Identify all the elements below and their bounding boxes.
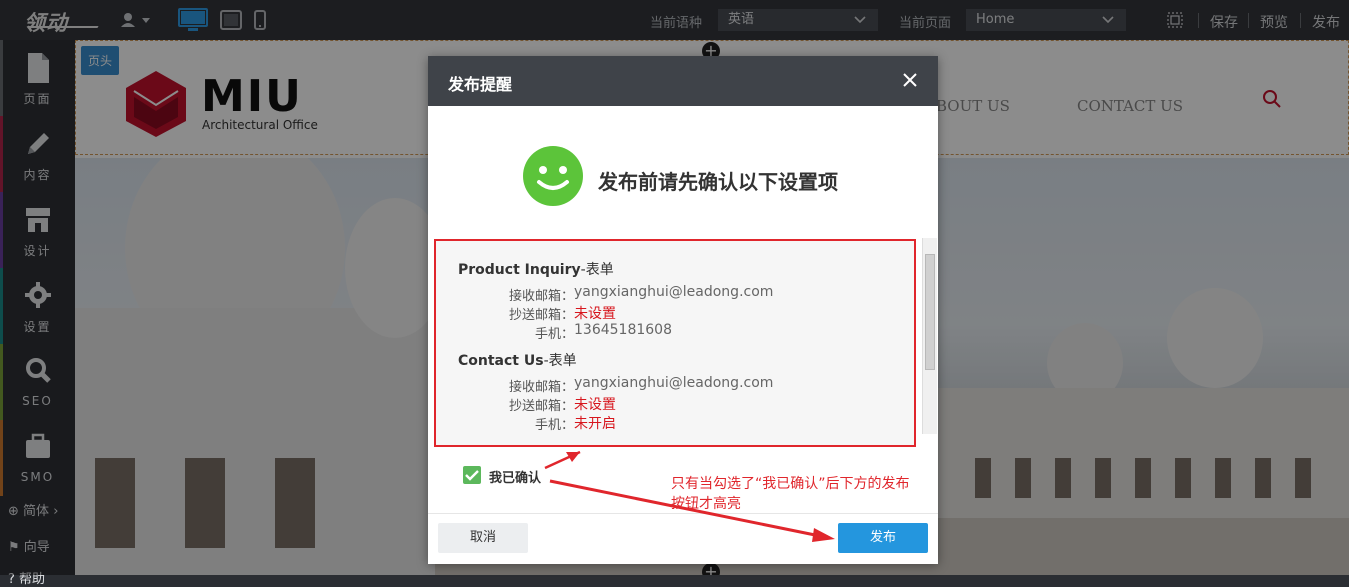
annotation-note: 只有当勾选了“我已确认”后下方的发布按钮才高亮 [671, 476, 910, 512]
